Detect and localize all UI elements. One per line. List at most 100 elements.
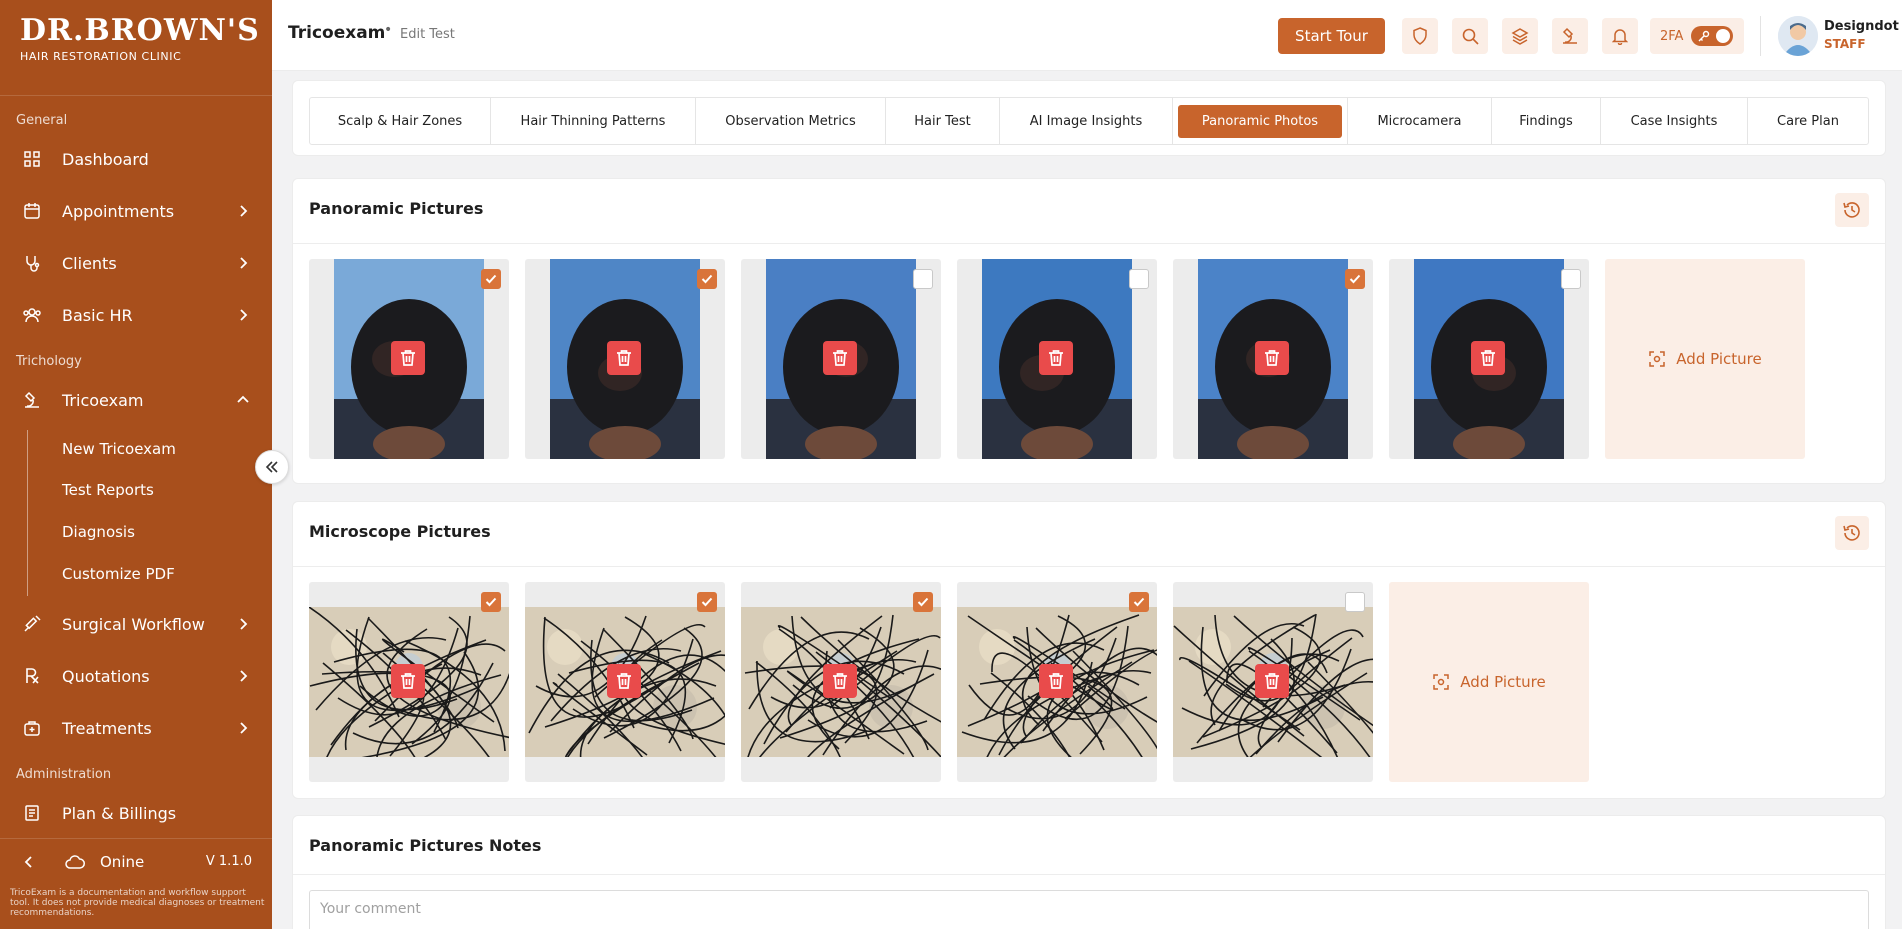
tab-panoramic-photos[interactable]: Panoramic Photos: [1173, 98, 1348, 144]
microscope-thumbnail[interactable]: [309, 582, 509, 782]
delete-button[interactable]: [823, 341, 857, 375]
sidebar-item-appointments[interactable]: Appointments: [0, 188, 272, 234]
section-tabs: Scalp & Hair Zones Hair Thinning Pattern…: [309, 97, 1869, 145]
sidebar-item-dashboard[interactable]: Dashboard: [0, 136, 272, 182]
search-button[interactable]: [1452, 18, 1488, 54]
sidebar-item-clients[interactable]: Clients: [0, 240, 272, 286]
select-checkbox[interactable]: [1129, 269, 1149, 289]
select-checkbox[interactable]: [697, 269, 717, 289]
chevron-right-icon: [240, 722, 248, 734]
layers-icon: [1511, 28, 1529, 45]
tab-scalp-hair-zones[interactable]: Scalp & Hair Zones: [310, 98, 491, 144]
select-checkbox[interactable]: [481, 269, 501, 289]
microscope-thumbnail[interactable]: [1173, 582, 1373, 782]
section-general: General: [16, 113, 68, 128]
microscope-icon: [22, 390, 42, 410]
select-checkbox[interactable]: [1345, 592, 1365, 612]
avatar[interactable]: [1778, 16, 1818, 56]
microscope-pictures-card: Microscope Pictures Add Picture: [292, 501, 1886, 799]
sidebar-subitem-customize-pdf[interactable]: Customize PDF: [62, 562, 175, 586]
sidebar-item-basic-hr[interactable]: Basic HR: [0, 292, 272, 338]
delete-button[interactable]: [607, 664, 641, 698]
delete-button[interactable]: [391, 664, 425, 698]
add-picture-button[interactable]: Add Picture: [1389, 582, 1589, 782]
user-name: Designdot: [1824, 19, 1899, 34]
delete-button[interactable]: [823, 664, 857, 698]
panoramic-thumbnail[interactable]: [741, 259, 941, 459]
section-trichology: Trichology: [16, 354, 82, 369]
trash-icon: [1264, 672, 1280, 690]
sidebar-item-surgical-workflow[interactable]: Surgical Workflow: [0, 601, 272, 647]
sidebar-item-treatments[interactable]: Treatments: [0, 705, 272, 751]
tab-observation-metrics[interactable]: Observation Metrics: [696, 98, 886, 144]
shield-icon: [1413, 27, 1427, 45]
app-version: V 1.1.0: [205, 854, 252, 869]
select-checkbox[interactable]: [1345, 269, 1365, 289]
twofa-switch[interactable]: [1691, 26, 1734, 46]
two-factor-toggle[interactable]: 2FA: [1650, 18, 1744, 54]
tab-ai-image-insights[interactable]: AI Image Insights: [1000, 98, 1173, 144]
tab-label: Hair Thinning Patterns: [520, 113, 666, 129]
add-picture-button[interactable]: Add Picture: [1605, 259, 1805, 459]
tab-hair-test[interactable]: Hair Test: [886, 98, 1000, 144]
trash-icon: [1264, 349, 1280, 367]
shield-button[interactable]: [1402, 18, 1438, 54]
sidebar-item-plan-billings[interactable]: Plan & Billings: [0, 790, 272, 836]
microscope-thumbnail[interactable]: [525, 582, 725, 782]
panoramic-thumbnail[interactable]: [309, 259, 509, 459]
chevron-left-icon[interactable]: [22, 855, 36, 869]
microscope-thumbnail[interactable]: [957, 582, 1157, 782]
tab-findings[interactable]: Findings: [1492, 98, 1601, 144]
trash-icon: [400, 349, 416, 367]
delete-button[interactable]: [1039, 341, 1073, 375]
tab-label: Findings: [1519, 113, 1573, 129]
sidebar-item-label: Clients: [62, 253, 117, 273]
history-button[interactable]: [1835, 193, 1869, 227]
double-chevron-left-icon: [265, 461, 278, 473]
sidebar-item-label: Basic HR: [62, 305, 133, 325]
select-checkbox[interactable]: [913, 269, 933, 289]
sidebar-subitem-test-reports[interactable]: Test Reports: [62, 478, 154, 502]
panoramic-thumbnail[interactable]: [525, 259, 725, 459]
delete-button[interactable]: [1039, 664, 1073, 698]
history-icon: [1843, 525, 1860, 541]
select-checkbox[interactable]: [481, 592, 501, 612]
search-icon: [1462, 28, 1479, 45]
select-checkbox[interactable]: [697, 592, 717, 612]
panoramic-thumbnail[interactable]: [1389, 259, 1589, 459]
panoramic-thumbnail[interactable]: [957, 259, 1157, 459]
delete-button[interactable]: [1255, 664, 1289, 698]
page-title: Tricoexam: [288, 23, 386, 43]
delete-button[interactable]: [391, 341, 425, 375]
delete-button[interactable]: [1255, 341, 1289, 375]
sidebar-item-tricoexam[interactable]: Tricoexam: [0, 377, 272, 423]
clinic-logo[interactable]: DR.BROWN'S HAIR RESTORATION CLINIC: [0, 0, 272, 96]
microscope-thumbnail[interactable]: [741, 582, 941, 782]
tab-care-plan[interactable]: Care Plan: [1748, 98, 1868, 144]
tab-microcamera[interactable]: Microcamera: [1348, 98, 1492, 144]
start-tour-button[interactable]: Start Tour: [1278, 18, 1385, 54]
sidebar-item-label: Surgical Workflow: [62, 614, 205, 634]
select-checkbox[interactable]: [1561, 269, 1581, 289]
notes-textarea[interactable]: Your comment: [309, 890, 1869, 929]
trash-icon: [616, 672, 632, 690]
microscope-icon: [1562, 27, 1577, 44]
bell-icon: [1612, 29, 1628, 45]
sidebar-item-quotations[interactable]: Quotations: [0, 653, 272, 699]
tab-case-insights[interactable]: Case Insights: [1601, 98, 1748, 144]
layers-button[interactable]: [1502, 18, 1538, 54]
collapse-sidebar-button[interactable]: [255, 450, 289, 484]
select-checkbox[interactable]: [913, 592, 933, 612]
notifications-button[interactable]: [1602, 18, 1638, 54]
select-checkbox[interactable]: [1129, 592, 1149, 612]
sidebar-item-label: Appointments: [62, 201, 175, 221]
delete-button[interactable]: [607, 341, 641, 375]
tab-hair-thinning-patterns[interactable]: Hair Thinning Patterns: [491, 98, 696, 144]
delete-button[interactable]: [1471, 341, 1505, 375]
tools-button[interactable]: [1552, 18, 1588, 54]
sidebar-subitem-diagnosis[interactable]: Diagnosis: [62, 520, 135, 544]
panoramic-thumbnail[interactable]: [1173, 259, 1373, 459]
history-button[interactable]: [1835, 516, 1869, 550]
sidebar-subitem-new-tricoexam[interactable]: New Tricoexam: [62, 437, 176, 461]
trash-icon: [1480, 349, 1496, 367]
